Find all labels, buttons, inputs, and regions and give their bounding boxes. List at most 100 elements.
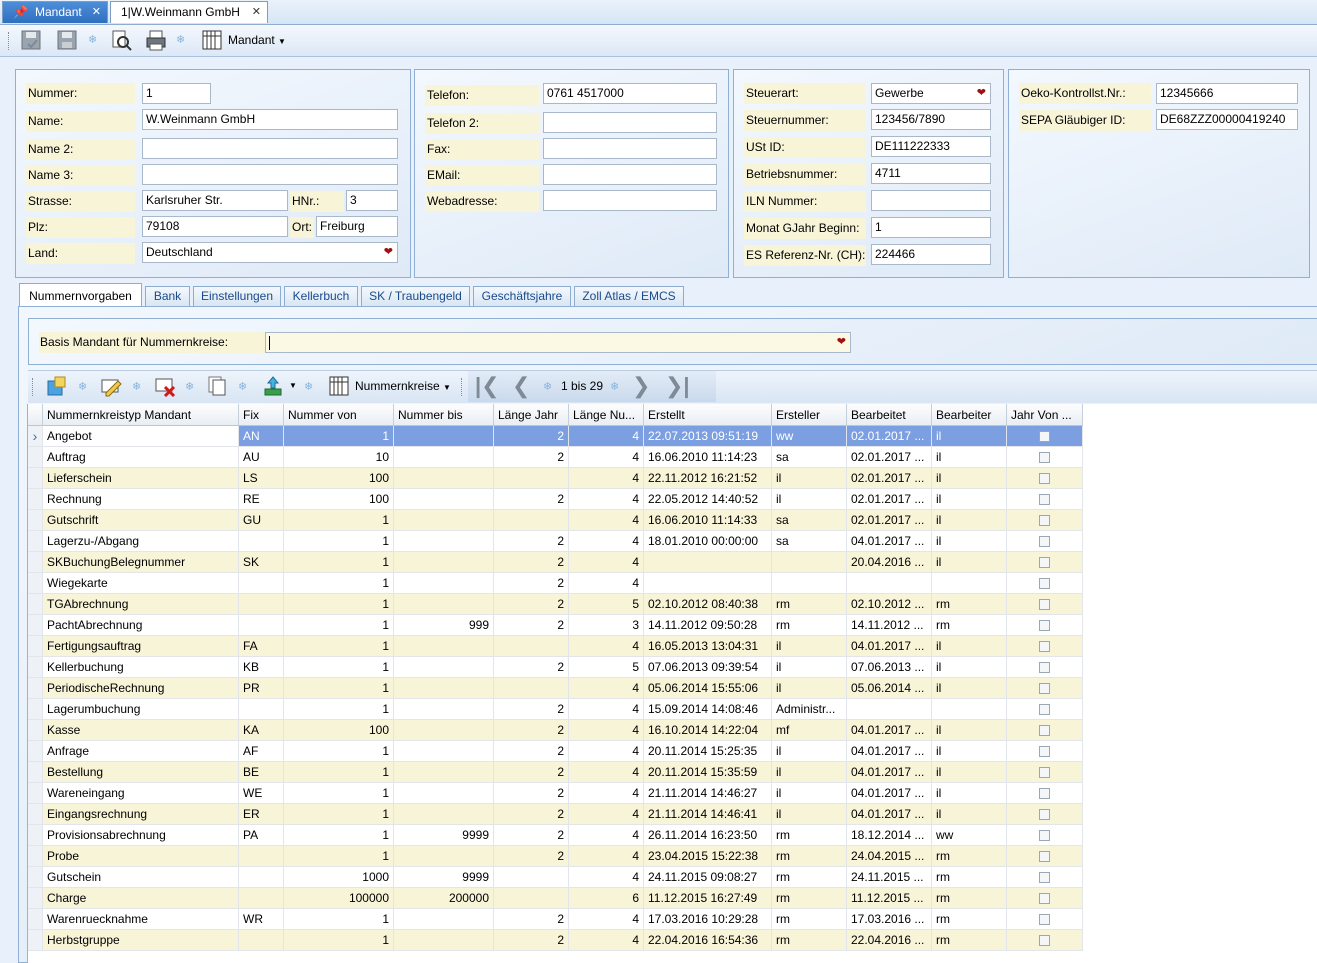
cell-ersteller[interactable]: il — [772, 804, 847, 825]
cell-fix[interactable]: WR — [239, 909, 284, 930]
cell-ersteller[interactable]: rm — [772, 846, 847, 867]
cell-nummer-von[interactable]: 100000 — [284, 888, 394, 909]
row-indicator[interactable] — [28, 489, 43, 510]
table-row[interactable]: Bestellung BE 1 2 4 20.11.2014 15:35:59 il 04.0… — [28, 762, 1317, 783]
table-row[interactable]: Lagerumbuchung 1 2 4 15.09.2014 14:08:46 Admi… — [28, 699, 1317, 720]
last-page-icon[interactable]: ❯| — [665, 373, 690, 399]
jahr-von-checkbox[interactable] — [1039, 473, 1050, 484]
cell-nummer-von[interactable]: 10 — [284, 447, 394, 468]
cell-fix[interactable]: BE — [239, 762, 284, 783]
cell-nummer-bis[interactable]: 200000 — [394, 888, 494, 909]
table-row[interactable]: SKBuchungBelegnummer SK 1 2 4 20.04.2016 ... i… — [28, 552, 1317, 573]
cell-laenge-nummer[interactable]: 3 — [569, 615, 644, 636]
cell-ersteller[interactable]: rm — [772, 615, 847, 636]
cell-bearbeitet[interactable]: 02.01.2017 ... — [847, 447, 932, 468]
jahr-von-checkbox[interactable] — [1039, 767, 1050, 778]
cell-laenge-jahr[interactable]: 2 — [494, 426, 569, 447]
jahr-von-checkbox[interactable] — [1039, 494, 1050, 505]
close-icon[interactable]: ✕ — [252, 2, 261, 23]
save-close-icon[interactable] — [20, 29, 42, 51]
cell-laenge-jahr[interactable]: 2 — [494, 741, 569, 762]
col-header-ersteller[interactable]: Ersteller — [772, 404, 847, 426]
cell-erstellt[interactable]: 02.10.2012 08:40:38 — [644, 594, 772, 615]
cell-erstellt[interactable]: 17.03.2016 10:29:28 — [644, 909, 772, 930]
cell-nummer-bis[interactable] — [394, 594, 494, 615]
cell-fix[interactable] — [239, 699, 284, 720]
cell-bearbeiter[interactable]: rm — [932, 867, 1007, 888]
save-icon[interactable] — [56, 29, 78, 51]
cell-fix[interactable]: SK — [239, 552, 284, 573]
tab-geschaeftsjahre[interactable]: Geschäftsjahre — [473, 286, 571, 306]
cell-typ[interactable]: Kasse — [43, 720, 239, 741]
cell-erstellt[interactable]: 26.11.2014 16:23:50 — [644, 825, 772, 846]
row-indicator[interactable] — [28, 447, 43, 468]
jahr-von-checkbox[interactable] — [1039, 536, 1050, 547]
jahr-von-checkbox[interactable] — [1039, 914, 1050, 925]
cell-erstellt[interactable]: 22.07.2013 09:51:19 — [644, 426, 772, 447]
betrieb-field[interactable]: 4711 — [871, 163, 991, 184]
col-header-fix[interactable]: Fix — [239, 404, 284, 426]
new-record-icon[interactable] — [46, 375, 68, 397]
cell-nummer-von[interactable]: 100 — [284, 720, 394, 741]
cell-bearbeiter[interactable]: il — [932, 783, 1007, 804]
cell-nummer-bis[interactable] — [394, 846, 494, 867]
cell-bearbeitet[interactable]: 02.01.2017 ... — [847, 426, 932, 447]
row-indicator[interactable] — [28, 720, 43, 741]
cell-bearbeiter[interactable]: il — [932, 447, 1007, 468]
cell-erstellt[interactable]: 22.04.2016 16:54:36 — [644, 930, 772, 951]
cell-ersteller[interactable]: il — [772, 678, 847, 699]
cell-fix[interactable] — [239, 930, 284, 951]
cell-nummer-bis[interactable] — [394, 447, 494, 468]
cell-laenge-jahr[interactable]: 2 — [494, 531, 569, 552]
cell-nummer-von[interactable]: 1 — [284, 510, 394, 531]
cell-laenge-jahr[interactable]: 2 — [494, 762, 569, 783]
cell-bearbeiter[interactable]: il — [932, 804, 1007, 825]
next-page-icon[interactable]: ❯ — [632, 373, 650, 399]
table-row[interactable]: Warenruecknahme WR 1 2 4 17.03.2016 10:29:28 r… — [28, 909, 1317, 930]
cell-nummer-bis[interactable]: 9999 — [394, 825, 494, 846]
cell-typ[interactable]: Warenruecknahme — [43, 909, 239, 930]
cell-fix[interactable]: GU — [239, 510, 284, 531]
row-indicator[interactable] — [28, 510, 43, 531]
print-preview-icon[interactable] — [110, 29, 132, 51]
cell-bearbeitet[interactable]: 02.01.2017 ... — [847, 468, 932, 489]
cell-fix[interactable]: FA — [239, 636, 284, 657]
cell-typ[interactable]: Wiegekarte — [43, 573, 239, 594]
cell-nummer-bis[interactable] — [394, 636, 494, 657]
nummer-field[interactable]: 1 — [142, 83, 211, 104]
edit-record-icon[interactable] — [100, 375, 122, 397]
cell-bearbeitet[interactable]: 04.01.2017 ... — [847, 636, 932, 657]
row-indicator[interactable] — [28, 762, 43, 783]
cell-laenge-jahr[interactable]: 2 — [494, 573, 569, 594]
cell-ersteller[interactable]: Administr... — [772, 699, 847, 720]
cell-bearbeiter[interactable]: rm — [932, 888, 1007, 909]
cell-bearbeiter[interactable]: ww — [932, 825, 1007, 846]
jahr-von-checkbox[interactable] — [1039, 515, 1050, 526]
cell-ersteller[interactable]: rm — [772, 825, 847, 846]
cell-nummer-von[interactable]: 1 — [284, 783, 394, 804]
esref-field[interactable]: 224466 — [871, 244, 991, 265]
cell-nummer-von[interactable]: 1 — [284, 741, 394, 762]
export-icon[interactable] — [262, 375, 284, 397]
table-row[interactable]: Eingangsrechnung ER 1 2 4 21.11.2014 14:46:41… — [28, 804, 1317, 825]
cell-bearbeiter[interactable]: il — [932, 636, 1007, 657]
cell-nummer-bis[interactable] — [394, 909, 494, 930]
cell-typ[interactable]: Lagerzu-/Abgang — [43, 531, 239, 552]
cell-laenge-nummer[interactable]: 4 — [569, 573, 644, 594]
col-header-laenge-jahr[interactable]: Länge Jahr — [494, 404, 569, 426]
cell-laenge-nummer[interactable]: 4 — [569, 720, 644, 741]
tab-bank[interactable]: Bank — [145, 286, 190, 306]
cell-erstellt[interactable]: 16.06.2010 11:14:33 — [644, 510, 772, 531]
cell-nummer-von[interactable]: 1 — [284, 552, 394, 573]
row-indicator[interactable] — [28, 636, 43, 657]
basis-select[interactable]: ❤ — [265, 332, 851, 353]
cell-nummer-bis[interactable] — [394, 426, 494, 447]
cell-erstellt[interactable]: 18.01.2010 00:00:00 — [644, 531, 772, 552]
col-header-bearbeiter[interactable]: Bearbeiter — [932, 404, 1007, 426]
cell-bearbeitet[interactable]: 04.01.2017 ... — [847, 531, 932, 552]
cell-bearbeiter[interactable]: il — [932, 489, 1007, 510]
cell-ersteller[interactable]: rm — [772, 888, 847, 909]
table-row[interactable]: Wiegekarte 1 2 4 — [28, 573, 1317, 594]
cell-ersteller[interactable]: sa — [772, 447, 847, 468]
table-row[interactable]: PeriodischeRechnung PR 1 4 05.06.2014 15:55:… — [28, 678, 1317, 699]
